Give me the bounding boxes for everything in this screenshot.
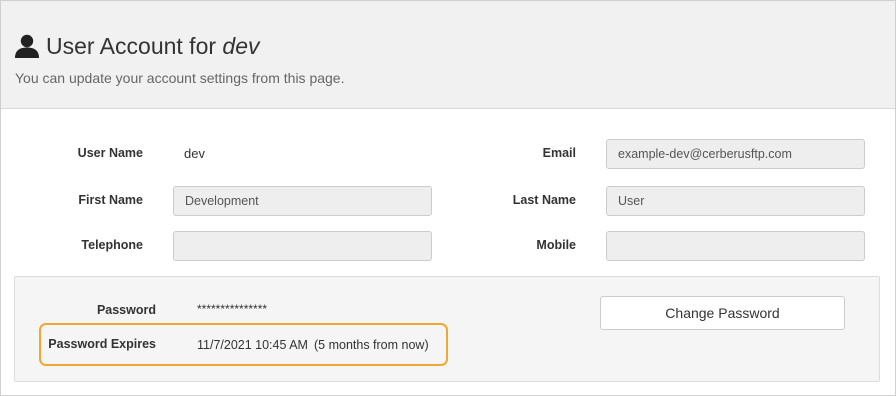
telephone-field[interactable] bbox=[173, 231, 432, 261]
title-text: User Account for dev bbox=[46, 33, 260, 60]
lastname-label: Last Name bbox=[512, 193, 576, 207]
username-label: User Name bbox=[77, 146, 143, 160]
page-title: User Account for dev bbox=[14, 31, 260, 61]
email-field[interactable] bbox=[606, 139, 865, 169]
username-value: dev bbox=[184, 146, 205, 161]
mobile-field[interactable] bbox=[606, 231, 865, 261]
title-username: dev bbox=[222, 32, 260, 59]
password-value: *************** bbox=[197, 302, 268, 316]
firstname-label: First Name bbox=[78, 193, 143, 207]
email-label: Email bbox=[542, 146, 576, 160]
title-prefix: User Account for bbox=[46, 32, 223, 59]
password-expires-relative: (5 months from now) bbox=[314, 338, 429, 352]
page-header: User Account for dev You can update your… bbox=[1, 1, 895, 109]
telephone-label: Telephone bbox=[81, 238, 143, 252]
password-expires-value: 11/7/2021 10:45 AM bbox=[197, 338, 308, 352]
change-password-button[interactable]: Change Password bbox=[600, 296, 845, 330]
firstname-field[interactable] bbox=[173, 186, 432, 216]
user-icon bbox=[15, 34, 39, 58]
page-subtitle: You can update your account settings fro… bbox=[15, 70, 345, 86]
password-expires-label: Password Expires bbox=[48, 337, 156, 351]
lastname-field[interactable] bbox=[606, 186, 865, 216]
password-label: Password bbox=[96, 303, 156, 317]
mobile-label: Mobile bbox=[536, 238, 576, 252]
